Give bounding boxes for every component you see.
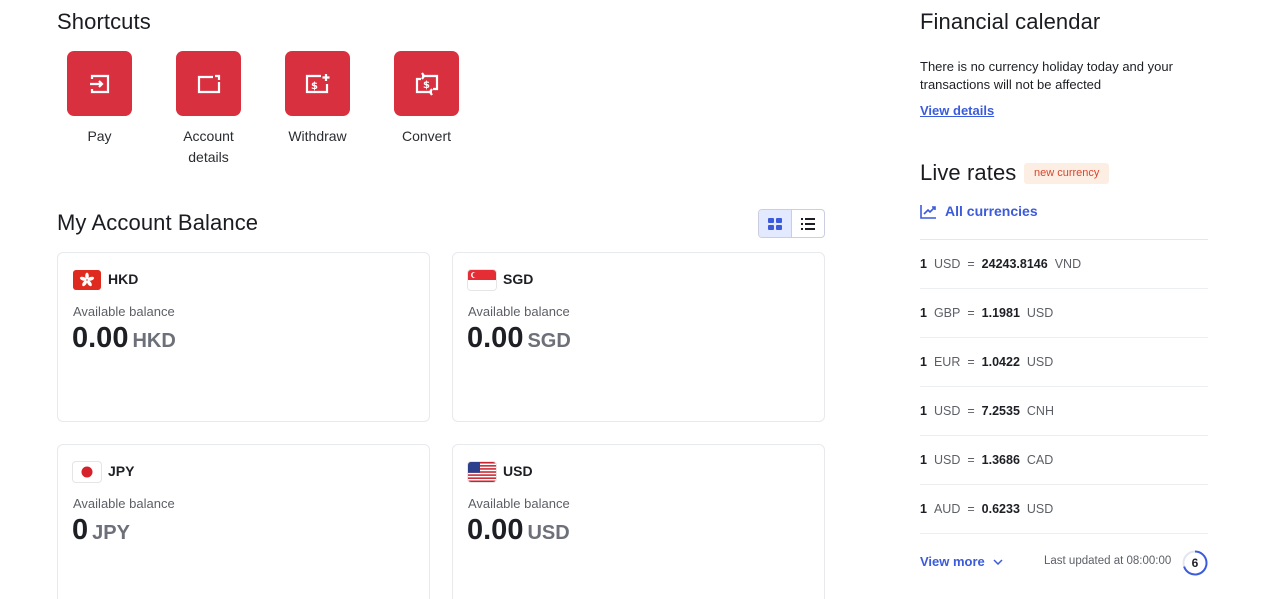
countdown-value: 6	[1191, 556, 1199, 570]
balance-amount: 0.00 USD	[467, 514, 570, 547]
rate-from: GBP	[933, 306, 961, 320]
chevron-down-icon	[993, 558, 1003, 565]
shortcuts-title: Shortcuts	[57, 9, 151, 34]
rate-qty: 1	[920, 355, 927, 369]
rate-qty: 1	[920, 404, 927, 418]
rate-row: 1 USD = 24243.8146 VND	[920, 240, 1208, 289]
amount-value: 0	[72, 514, 89, 546]
grid-view-icon[interactable]	[759, 210, 792, 237]
sgd-flag-icon	[468, 270, 496, 290]
withdraw-label: Withdraw	[288, 128, 347, 144]
rate-row: 1 USD = 1.3686 CAD	[920, 436, 1208, 485]
svg-text:$: $	[423, 80, 430, 91]
view-toggle	[758, 209, 825, 238]
view-more-label: View more	[920, 554, 985, 569]
account-details-icon	[176, 51, 241, 116]
rate-from: USD	[933, 404, 961, 418]
withdraw-icon: $	[285, 51, 350, 116]
rate-eq: =	[967, 453, 975, 467]
list-view-icon[interactable]	[792, 210, 825, 237]
rate-qty: 1	[920, 453, 927, 467]
rate-row: 1 AUD = 0.6233 USD	[920, 485, 1208, 534]
live-rates-title: Live rates	[920, 160, 1017, 185]
balance-amount: 0.00 SGD	[467, 322, 571, 355]
rate-qty: 1	[920, 306, 927, 320]
last-updated-text: Last updated at 08:00:00	[1044, 555, 1172, 567]
rate-to: USD	[1026, 306, 1054, 320]
calendar-message: There is no currency holiday today and y…	[920, 59, 1173, 92]
balance-amount: 0.00 HKD	[72, 322, 176, 355]
rate-row: 1 EUR = 1.0422 USD	[920, 338, 1208, 387]
view-more-button[interactable]: View more	[920, 554, 1003, 569]
all-currencies-link[interactable]: All currencies	[920, 203, 1038, 219]
amount-value: 0.00	[467, 514, 524, 546]
withdraw-shortcut[interactable]: $ Withdraw	[263, 51, 372, 147]
rate-value: 0.6233	[981, 502, 1020, 516]
usd-flag-icon	[468, 462, 496, 482]
rate-qty: 1	[920, 257, 927, 271]
rate-from: USD	[933, 257, 961, 271]
amount-code: HKD	[132, 330, 176, 352]
amount-value: 0.00	[467, 322, 524, 354]
amount-code: SGD	[527, 330, 571, 352]
card-currency: USD	[503, 463, 533, 479]
rate-from: USD	[933, 453, 961, 467]
refresh-countdown: 6	[1181, 549, 1209, 577]
rate-eq: =	[967, 355, 975, 369]
convert-shortcut[interactable]: $ Convert	[372, 51, 481, 147]
balance-amount: 0 JPY	[72, 514, 130, 547]
available-label: Available balance	[73, 496, 175, 511]
rate-value: 1.3686	[981, 453, 1020, 467]
svg-text:$: $	[311, 81, 318, 92]
available-label: Available balance	[73, 304, 175, 319]
rate-eq: =	[967, 502, 975, 516]
jpy-flag-icon	[73, 462, 101, 482]
rate-value: 24243.8146	[981, 257, 1048, 271]
rate-to: USD	[1026, 355, 1054, 369]
calendar-title: Financial calendar	[920, 9, 1101, 34]
account-details-shortcut[interactable]: Account details	[154, 51, 263, 168]
balance-card-usd[interactable]: USD Available balance 0.00 USD	[452, 444, 825, 599]
balance-card-hkd[interactable]: HKD Available balance 0.00 HKD	[57, 252, 430, 422]
rate-value: 1.0422	[981, 355, 1020, 369]
balance-title: My Account Balance	[57, 210, 259, 235]
amount-code: JPY	[92, 522, 130, 544]
rate-row: 1 USD = 7.2535 CNH	[920, 387, 1208, 436]
card-currency: JPY	[108, 463, 135, 479]
rate-to: CNH	[1026, 404, 1054, 418]
hkd-flag-icon	[73, 270, 101, 290]
convert-icon: $	[394, 51, 459, 116]
all-currencies-label: All currencies	[945, 203, 1038, 219]
rate-value: 1.1981	[981, 306, 1020, 320]
new-currency-badge: new currency	[1024, 163, 1110, 184]
rate-value: 7.2535	[981, 404, 1020, 418]
rate-to: CAD	[1026, 453, 1054, 467]
available-label: Available balance	[468, 304, 570, 319]
view-details-link[interactable]: View details	[920, 103, 994, 118]
pay-label: Pay	[87, 128, 112, 144]
pay-icon	[67, 51, 132, 116]
amount-value: 0.00	[72, 322, 129, 354]
balance-card-sgd[interactable]: SGD Available balance 0.00 SGD	[452, 252, 825, 422]
card-currency: HKD	[108, 271, 139, 287]
rate-eq: =	[967, 306, 975, 320]
rate-eq: =	[967, 257, 975, 271]
rate-qty: 1	[920, 502, 927, 516]
rate-from: AUD	[933, 502, 961, 516]
pay-shortcut[interactable]: Pay	[45, 51, 154, 147]
rate-to: VND	[1054, 257, 1082, 271]
trend-chart-icon	[920, 204, 936, 219]
rate-from: EUR	[933, 355, 961, 369]
available-label: Available balance	[468, 496, 570, 511]
card-currency: SGD	[503, 271, 534, 287]
rate-eq: =	[967, 404, 975, 418]
rate-row: 1 GBP = 1.1981 USD	[920, 289, 1208, 338]
convert-label: Convert	[401, 128, 452, 144]
balance-card-jpy[interactable]: JPY Available balance 0 JPY	[57, 444, 430, 599]
amount-code: USD	[527, 522, 570, 544]
account-details-label: Account details	[183, 128, 234, 165]
rate-to: USD	[1026, 502, 1054, 516]
